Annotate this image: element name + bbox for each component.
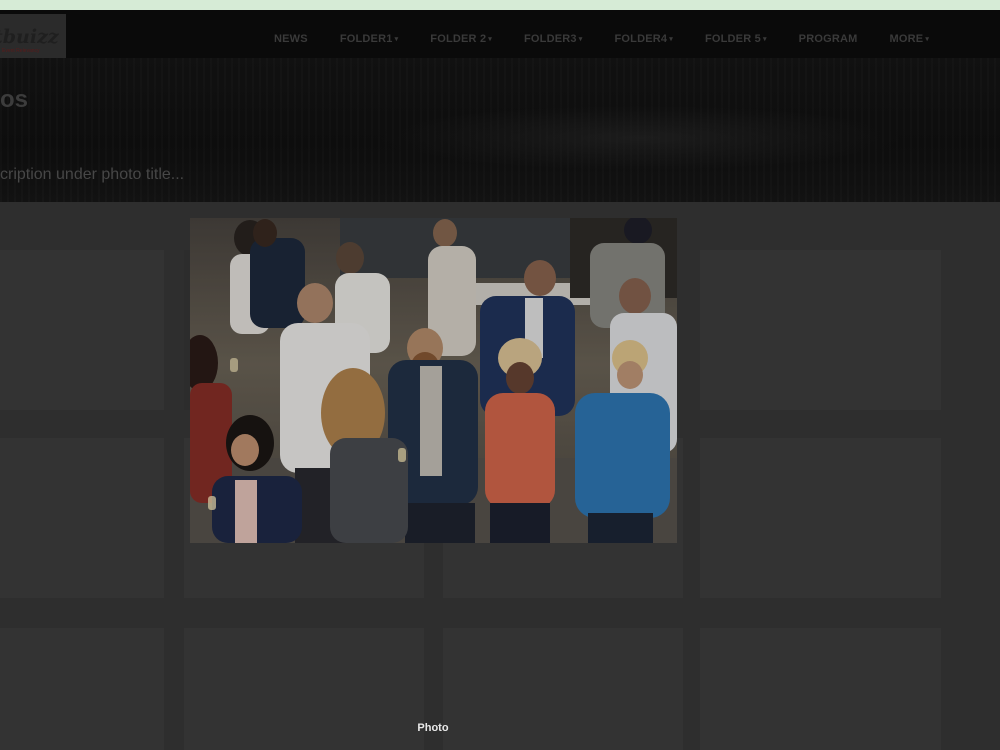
nav-item-more[interactable]: MORE ▾ xyxy=(890,33,930,45)
chevron-down-icon: ▾ xyxy=(669,36,673,43)
networking-event-photo xyxy=(190,218,677,543)
lightbox-caption: Photo xyxy=(417,722,449,734)
gallery-card[interactable] xyxy=(0,438,164,598)
chevron-down-icon: ▾ xyxy=(925,36,930,43)
chevron-down-icon: ▾ xyxy=(578,36,583,43)
chevron-down-icon: ▾ xyxy=(488,36,492,43)
nav-item-news[interactable]: NEWS xyxy=(274,33,308,45)
gallery-card[interactable] xyxy=(700,438,941,598)
page-title: os xyxy=(0,86,29,113)
nav-item-folder2[interactable]: FOLDER 2 ▾ xyxy=(430,33,492,45)
nav-item-folder1[interactable]: FOLDER1 ▾ xyxy=(340,33,398,45)
page-description: cription under photo title... xyxy=(0,166,185,183)
navbar: tbuizz Event Relevancy NEWS FOLDER1 ▾ FOL… xyxy=(0,10,1000,62)
logo-text: tbuizz xyxy=(0,26,59,48)
gallery-card[interactable] xyxy=(700,250,941,410)
site-logo[interactable]: tbuizz Event Relevancy xyxy=(0,14,66,62)
nav-item-folder4[interactable]: FOLDER4 ▾ xyxy=(614,33,672,45)
chevron-down-icon: ▾ xyxy=(762,36,767,43)
logo-subtext: Event Relevancy xyxy=(2,48,40,54)
nav-item-program[interactable]: PROGRAM xyxy=(799,33,858,45)
hero-banner: os cription under photo title... xyxy=(0,58,1000,202)
nav-item-folder3[interactable]: FOLDER3 ▾ xyxy=(524,33,582,45)
nav-menu: NEWS FOLDER1 ▾ FOLDER 2 ▾ FOLDER3 ▾ FOLDER4… xyxy=(274,33,929,45)
browser-top-strip xyxy=(0,0,1000,10)
gallery-card[interactable] xyxy=(0,250,164,410)
page: tbuizz Event Relevancy NEWS FOLDER1 ▾ FOL… xyxy=(0,0,1000,750)
nav-item-folder5[interactable]: FOLDER 5 ▾ xyxy=(705,33,767,45)
lightbox-photo[interactable] xyxy=(190,218,677,543)
chevron-down-icon: ▾ xyxy=(394,36,399,43)
